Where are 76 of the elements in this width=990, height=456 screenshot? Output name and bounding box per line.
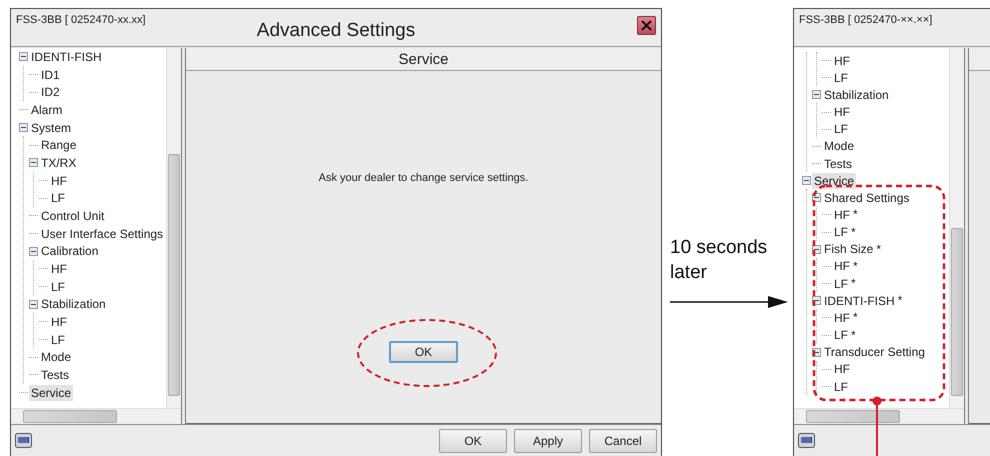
asterisk-mark: * xyxy=(851,276,856,290)
arrow-icon xyxy=(670,296,788,308)
tree-item[interactable]: ID1 xyxy=(39,66,62,82)
panel-heading: Service xyxy=(398,50,449,68)
dialog-title: Advanced Settings xyxy=(256,20,416,43)
tree-item[interactable]: Tests xyxy=(822,156,854,172)
asterisk-mark: * xyxy=(876,242,882,256)
tree-item[interactable]: HF xyxy=(832,206,852,223)
collapse-icon[interactable] xyxy=(19,123,28,132)
tree-item[interactable]: LF xyxy=(832,327,850,344)
tree-item[interactable]: Control Unit xyxy=(39,208,106,224)
asterisk-mark: * xyxy=(853,258,858,273)
tree-item[interactable]: User Interface Settings xyxy=(39,226,166,242)
tree-item[interactable]: LF xyxy=(49,190,68,206)
tree-item[interactable]: LF xyxy=(832,121,850,138)
collapse-icon[interactable] xyxy=(812,296,821,306)
vertical-scrollbar[interactable] xyxy=(949,48,964,408)
model-label: FSS-3BB [ 0252470-xx.xx] xyxy=(15,13,147,26)
tree-item[interactable]: IDENTI-FISH xyxy=(29,48,104,65)
collapse-icon[interactable] xyxy=(29,158,38,168)
tree-item[interactable]: HF xyxy=(49,314,69,330)
tree-item[interactable]: HF xyxy=(832,361,852,378)
tree-item[interactable]: Calibration xyxy=(39,243,100,260)
tree-item[interactable]: System xyxy=(29,120,74,136)
asterisk-mark: * xyxy=(898,293,902,308)
tree-item[interactable]: HF xyxy=(832,104,852,120)
collapse-icon[interactable] xyxy=(802,176,811,186)
ok-button[interactable]: OK xyxy=(389,341,458,363)
keyboard-icon[interactable] xyxy=(798,433,815,448)
tree-item[interactable]: TX/RX xyxy=(39,154,78,171)
caption: 10 seconds later xyxy=(670,236,768,285)
close-icon xyxy=(640,19,653,32)
tree-item[interactable]: Fish Size xyxy=(822,241,876,258)
horizontal-scrollbar[interactable] xyxy=(794,408,964,424)
tree-item[interactable]: Service xyxy=(812,172,856,189)
model-label: FSS-3BB [ 0252470-××.××] xyxy=(798,13,932,26)
tree-item[interactable]: HF xyxy=(49,172,69,189)
tree-item[interactable]: Tests xyxy=(39,366,72,383)
horizontal-scrollbar[interactable] xyxy=(11,408,181,424)
asterisk-mark: * xyxy=(853,207,858,222)
tree-item[interactable]: HF xyxy=(832,258,852,274)
asterisk-mark: * xyxy=(851,224,856,239)
tree-item[interactable]: LF xyxy=(832,70,850,86)
service-message: Ask your dealer to change service settings. xyxy=(318,172,528,184)
tree-item[interactable]: Stabilization xyxy=(39,296,108,312)
tree-item[interactable]: Mode xyxy=(39,349,74,366)
collapse-icon[interactable] xyxy=(812,244,821,254)
tree-item[interactable]: HF xyxy=(832,52,852,69)
tree-item[interactable]: Mode xyxy=(822,138,856,154)
tree-item[interactable]: HF xyxy=(832,310,852,326)
vertical-scrollbar[interactable] xyxy=(166,48,181,408)
tree-item[interactable]: LF xyxy=(49,332,68,348)
tree-item[interactable]: Alarm xyxy=(29,102,64,118)
dialog-button[interactable]: Apply xyxy=(514,428,582,452)
tree-item[interactable]: HF xyxy=(49,260,69,277)
tree-item[interactable]: LF xyxy=(832,276,850,292)
tree-item[interactable]: LF xyxy=(49,278,68,295)
tree-item[interactable]: Shared Settings xyxy=(822,190,912,206)
close-button[interactable] xyxy=(637,16,656,35)
tree-item[interactable]: LF xyxy=(832,224,850,240)
tree-item[interactable]: Range xyxy=(39,137,78,154)
collapse-icon[interactable] xyxy=(19,52,28,62)
collapse-icon[interactable] xyxy=(29,300,38,309)
asterisk-mark: * xyxy=(851,328,856,342)
tree-item[interactable]: Stabilization xyxy=(822,86,891,103)
tree-item[interactable]: LF xyxy=(832,378,850,395)
tree-item[interactable]: ID2 xyxy=(39,84,62,100)
collapse-icon[interactable] xyxy=(812,90,821,100)
dialog-button[interactable]: OK xyxy=(439,428,507,452)
asterisk-mark: * xyxy=(853,310,858,324)
tree-item[interactable]: Transducer Setting xyxy=(822,344,927,360)
collapse-icon[interactable] xyxy=(29,246,38,256)
tree-item[interactable]: IDENTI-FISH xyxy=(822,292,897,309)
dialog-button[interactable]: Cancel xyxy=(589,428,657,452)
tree-item[interactable]: Service xyxy=(29,384,74,401)
keyboard-icon[interactable] xyxy=(15,433,32,448)
